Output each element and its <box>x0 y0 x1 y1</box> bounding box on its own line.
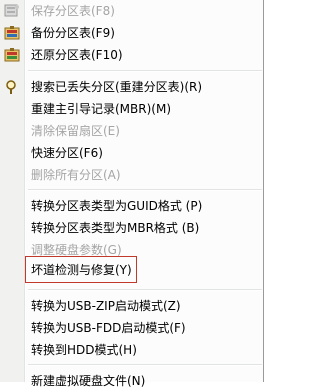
menu-right-edge <box>264 0 275 382</box>
menu-item-new-virtual-disk[interactable]: 新建虚拟硬盘文件(N) <box>0 370 262 392</box>
highlight-box <box>25 256 137 283</box>
backup-partition-table-icon <box>4 25 20 41</box>
menu-item-convert-to-mbr[interactable]: 转换分区表类型为MBR格式 (B) <box>0 217 262 239</box>
menu-item-search-lost-partition[interactable]: 搜索已丢失分区(重建分区表)(R) <box>0 76 262 98</box>
menu-item-label: 转换分区表类型为MBR格式 (B) <box>31 221 200 235</box>
restore-partition-table-icon <box>4 47 20 63</box>
menu-item-label: 重建主引导记录(MBR)(M) <box>31 102 172 116</box>
menu-item-label: 还原分区表(F10) <box>31 48 123 62</box>
menu-item-label: 快速分区(F6) <box>31 146 103 160</box>
menu-item-backup-partition-table[interactable]: 备份分区表(F9) <box>0 22 262 44</box>
menu-item-usb-fdd-mode[interactable]: 转换为USB-FDD启动模式(F) <box>0 317 262 339</box>
menu-item-label: 转换到HDD模式(H) <box>31 343 137 357</box>
menu-item-convert-to-guid[interactable]: 转换分区表类型为GUID格式 (P) <box>0 195 262 217</box>
menu-item-save-partition-table[interactable]: 保存分区表(F8) <box>0 0 262 22</box>
menu-item-usb-zip-mode[interactable]: 转换为USB-ZIP启动模式(Z) <box>0 295 262 317</box>
menu-item-label: 清除保留扇区(E) <box>31 124 120 138</box>
menu-item-label: 转换分区表类型为GUID格式 (P) <box>31 199 203 213</box>
menu-item-delete-all-partitions[interactable]: 删除所有分区(A) <box>0 164 262 186</box>
menu-item-label: 转换为USB-ZIP启动模式(Z) <box>31 299 181 313</box>
save-partition-table-icon <box>4 3 20 19</box>
disk-context-menu: 保存分区表(F8) 备份分区表(F9) 还原分区表(F10) 搜索已丢失分区(重… <box>0 0 275 388</box>
menu-item-label: 保存分区表(F8) <box>31 4 115 18</box>
menu-separator-highlight <box>28 190 262 191</box>
menu-item-rebuild-mbr[interactable]: 重建主引导记录(MBR)(M) <box>0 98 262 120</box>
menu-item-label: 删除所有分区(A) <box>31 168 121 182</box>
menu-separator-highlight <box>28 365 262 366</box>
menu-separator-highlight <box>28 290 262 291</box>
menu-item-label: 转换为USB-FDD启动模式(F) <box>31 321 186 335</box>
search-lost-partition-icon <box>4 79 20 95</box>
menu-item-hdd-mode[interactable]: 转换到HDD模式(H) <box>0 339 262 361</box>
menu-item-quick-partition[interactable]: 快速分区(F6) <box>0 142 262 164</box>
menu-item-restore-partition-table[interactable]: 还原分区表(F10) <box>0 44 262 66</box>
menu-item-clear-reserved-sectors[interactable]: 清除保留扇区(E) <box>0 120 262 142</box>
menu-item-label: 新建虚拟硬盘文件(N) <box>31 374 146 388</box>
menu-item-label: 搜索已丢失分区(重建分区表)(R) <box>31 80 203 94</box>
menu-separator-highlight <box>28 71 262 72</box>
menu-item-label: 备份分区表(F9) <box>31 26 115 40</box>
